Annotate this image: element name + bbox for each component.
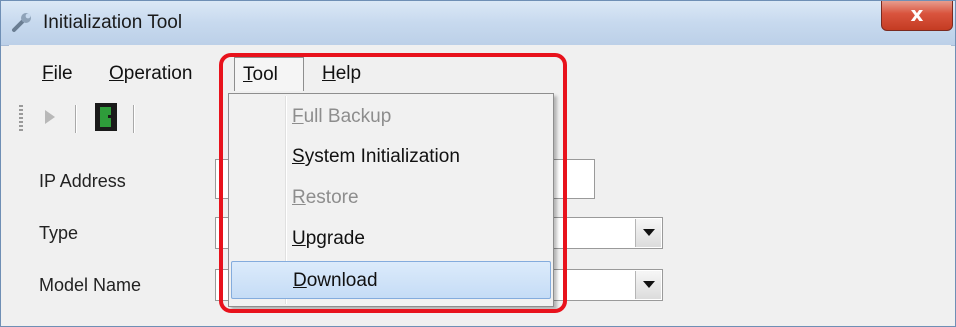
model-name-label: Model Name bbox=[39, 275, 142, 295]
window-title: Initialization Tool bbox=[43, 12, 183, 33]
app-window: Initialization Tool x File Operation Too… bbox=[0, 0, 956, 327]
menu-item-upgrade[interactable]: Upgrade bbox=[231, 220, 551, 258]
ip-address-label: IP Address bbox=[39, 171, 126, 191]
title-bar[interactable]: Initialization Tool x bbox=[1, 1, 955, 46]
menu-tool-label: ool bbox=[252, 64, 278, 85]
menu-help-label: elp bbox=[335, 63, 362, 84]
exit-door-icon[interactable] bbox=[95, 103, 117, 131]
restore-accel: R bbox=[292, 187, 306, 208]
system-initialization-accel: S bbox=[292, 146, 305, 167]
menu-item-download[interactable]: Download bbox=[231, 261, 551, 299]
full-backup-accel: F bbox=[292, 106, 304, 127]
tool-menu-dropdown: Full Backup System Initialization Restor… bbox=[228, 93, 554, 307]
play-icon[interactable] bbox=[45, 110, 55, 124]
menu-operation-label: peration bbox=[123, 63, 193, 84]
menu-file[interactable]: File bbox=[34, 57, 81, 91]
upgrade-label: pgrade bbox=[305, 228, 365, 249]
chevron-down-icon[interactable] bbox=[635, 271, 661, 299]
menu-help-accel: H bbox=[322, 63, 336, 84]
download-accel: D bbox=[293, 270, 307, 291]
wrench-icon bbox=[12, 13, 31, 32]
menu-tool[interactable]: Tool bbox=[234, 57, 304, 91]
menu-item-full-backup[interactable]: Full Backup bbox=[231, 98, 551, 136]
download-label: ownload bbox=[306, 270, 378, 291]
menu-operation[interactable]: Operation bbox=[101, 57, 200, 91]
menu-item-restore[interactable]: Restore bbox=[231, 179, 551, 217]
system-initialization-label: ystem Initialization bbox=[304, 146, 460, 167]
close-button[interactable]: x bbox=[881, 1, 953, 31]
menu-help[interactable]: Help bbox=[314, 57, 369, 91]
type-label: Type bbox=[39, 223, 79, 243]
toolbar-separator bbox=[133, 105, 134, 133]
full-backup-label: ull Backup bbox=[303, 106, 392, 127]
menu-file-accel: F bbox=[42, 63, 54, 84]
menu-item-system-initialization[interactable]: System Initialization bbox=[231, 138, 551, 176]
menu-tool-accel: T bbox=[243, 64, 253, 85]
toolbar-grip[interactable] bbox=[19, 105, 23, 133]
menu-operation-accel: O bbox=[109, 63, 124, 84]
menu-file-label: ile bbox=[53, 63, 73, 84]
chevron-down-icon[interactable] bbox=[635, 219, 661, 247]
close-icon: x bbox=[910, 2, 924, 26]
restore-label: estore bbox=[305, 187, 359, 208]
toolbar-separator bbox=[75, 105, 76, 133]
upgrade-accel: U bbox=[292, 228, 306, 249]
